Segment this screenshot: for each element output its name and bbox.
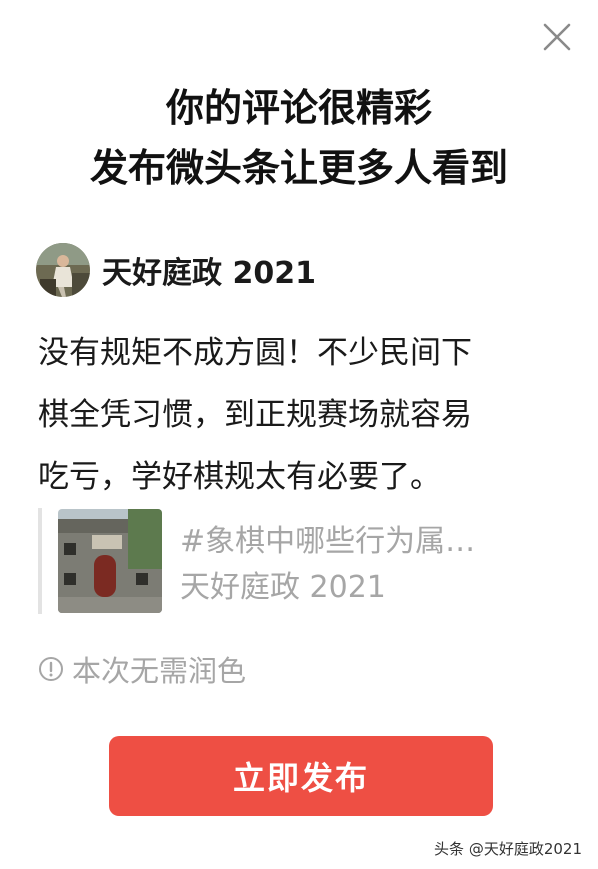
headline-line-2: 发布微头条让更多人看到: [89, 146, 508, 190]
close-icon: [543, 23, 571, 51]
headline-line-1: 你的评论很精彩: [165, 86, 432, 130]
polish-note: 本次无需润色: [38, 648, 246, 690]
comment-line: 吃亏，学好棋规太有必要了。: [38, 459, 441, 495]
publish-now-button[interactable]: 立即发布: [109, 736, 493, 816]
polish-note-text: 本次无需润色: [72, 654, 247, 688]
quoted-article-card[interactable]: #象棋中哪些行为属… 天好庭政 2021: [38, 508, 572, 614]
watermark: 头条 @天好庭政2021: [434, 840, 582, 858]
article-thumbnail: [58, 509, 162, 613]
close-button[interactable]: [540, 20, 574, 54]
quoted-article-author: 天好庭政 2021: [180, 570, 386, 605]
author-name: 天好庭政 2021: [102, 256, 316, 291]
quoted-article-text: #象棋中哪些行为属… 天好庭政 2021: [180, 516, 475, 606]
dialog-headline: 你的评论很精彩 发布微头条让更多人看到: [0, 78, 598, 198]
comment-line: 没有规矩不成方圆！不少民间下: [38, 335, 472, 371]
info-icon: [39, 657, 63, 681]
author-row: 天好庭政 2021: [36, 242, 316, 298]
quoted-article-title: #象棋中哪些行为属…: [180, 524, 476, 559]
avatar: [36, 243, 90, 297]
comment-text: 没有规矩不成方圆！不少民间下 棋全凭习惯，到正规赛场就容易 吃亏，学好棋规太有必…: [38, 322, 568, 508]
comment-line: 棋全凭习惯，到正规赛场就容易: [38, 397, 472, 433]
publish-dialog: 你的评论很精彩 发布微头条让更多人看到 天好庭政 2021 没有规矩不成方圆！不…: [0, 0, 598, 869]
